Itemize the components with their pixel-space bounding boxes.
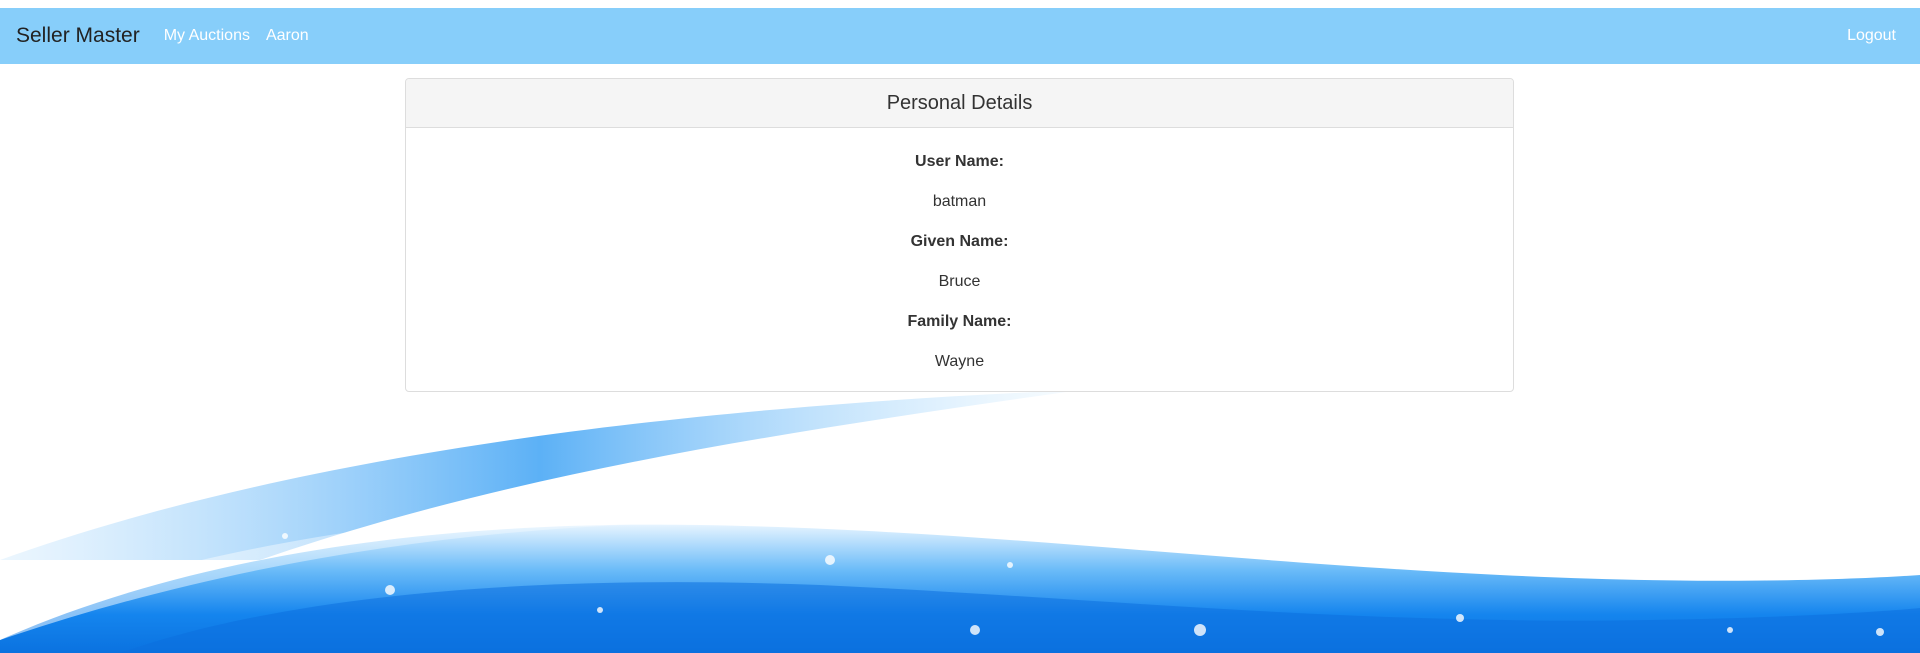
family-name-label: Family Name: [907, 313, 1012, 330]
user-name-value: batman [932, 193, 987, 210]
brand-link[interactable]: Seller Master [16, 24, 140, 48]
logout-link[interactable]: Logout [1847, 27, 1896, 45]
panel-body: User Name: batman Given Name: Bruce Fami… [406, 128, 1513, 382]
panel-heading: Personal Details [406, 79, 1513, 128]
nav-link-my-auctions[interactable]: My Auctions [164, 27, 250, 45]
nav-link-user-profile[interactable]: Aaron [266, 27, 309, 45]
given-name-value: Bruce [938, 273, 981, 290]
page: Seller Master My Auctions Aaron Logout P… [0, 0, 1920, 653]
top-navbar: Seller Master My Auctions Aaron Logout [0, 8, 1920, 64]
personal-details-panel: Personal Details User Name: batman Given… [405, 78, 1514, 392]
family-name-value: Wayne [934, 353, 985, 370]
user-name-label: User Name: [915, 153, 1004, 170]
given-name-label: Given Name: [910, 233, 1009, 250]
